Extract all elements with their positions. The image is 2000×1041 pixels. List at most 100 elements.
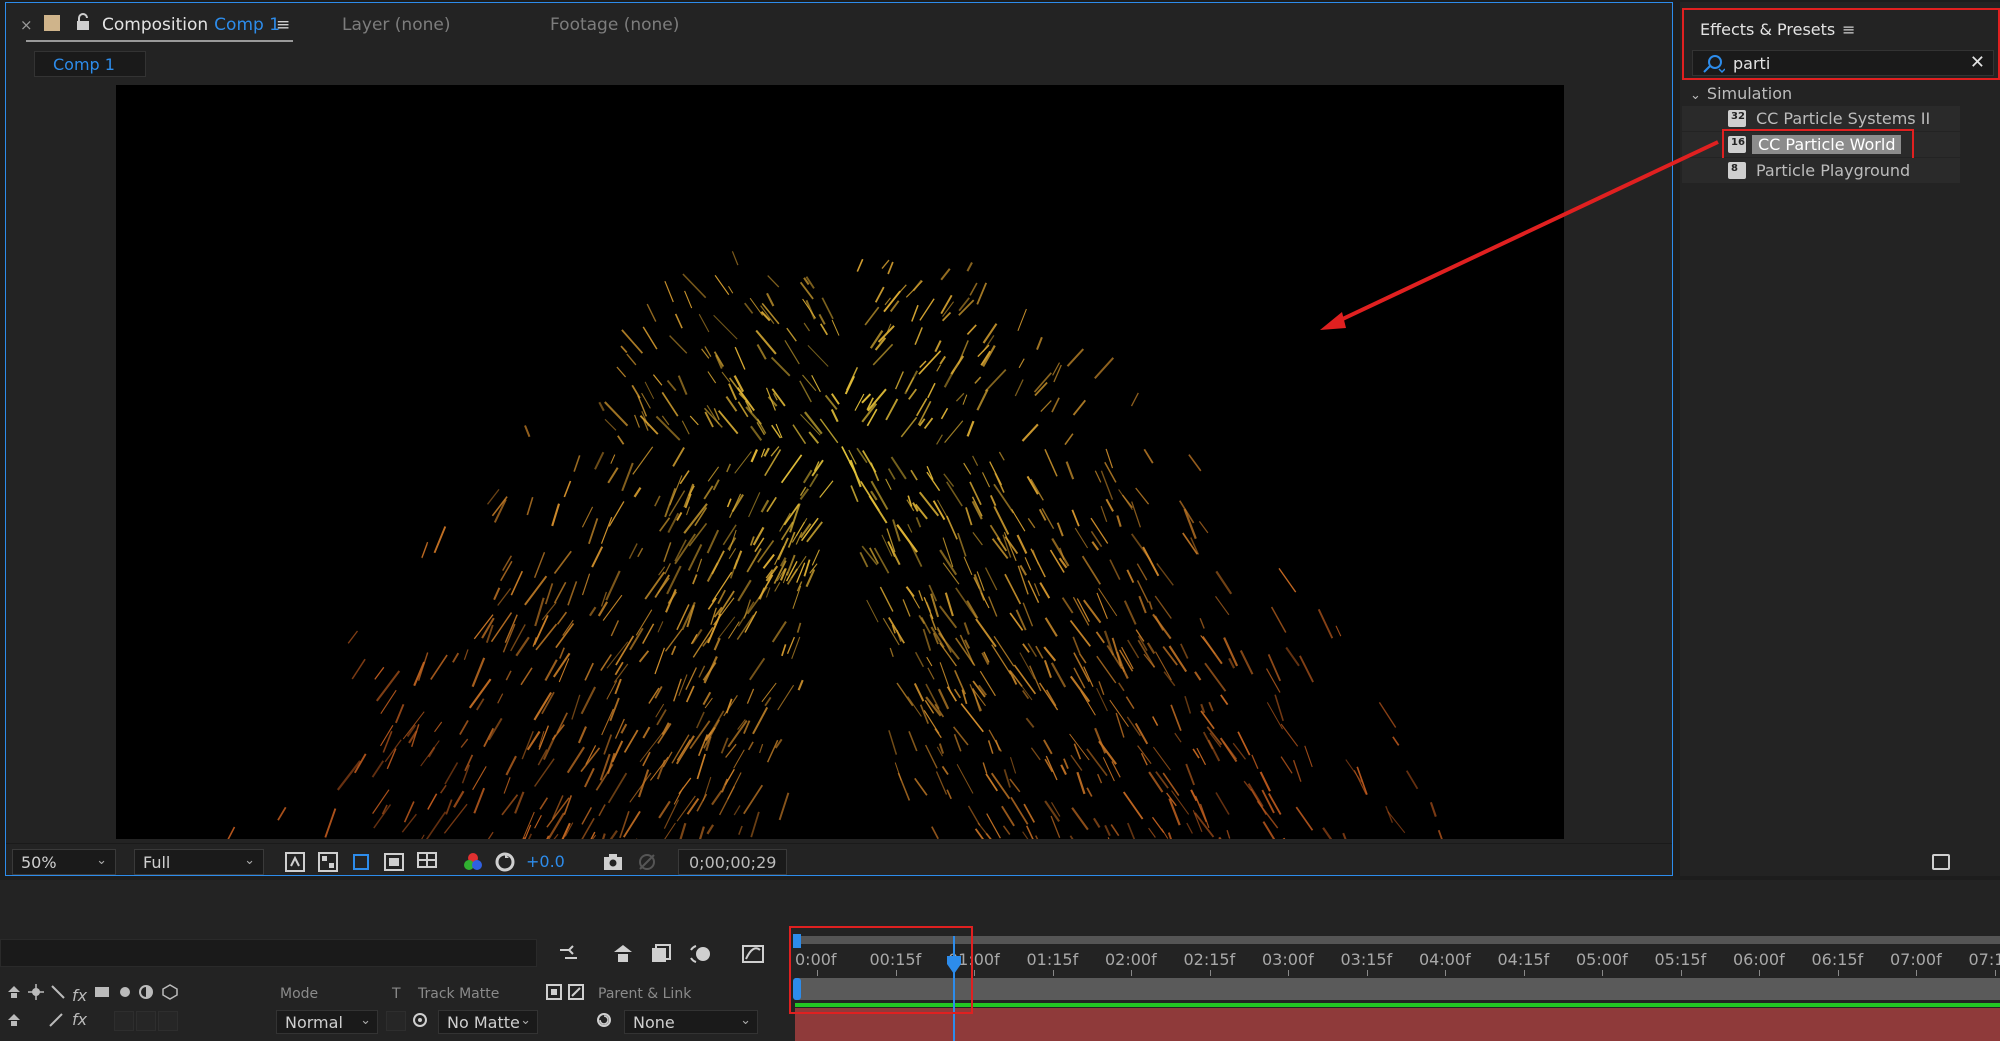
fast-previews-icon[interactable] bbox=[284, 851, 306, 873]
show-snapshot-icon[interactable] bbox=[636, 851, 658, 873]
effect-item-cc-particle-systems-ii[interactable]: 32 CC Particle Systems II bbox=[1682, 106, 1960, 131]
quality-switch-icon[interactable] bbox=[50, 984, 66, 1000]
effect-group-label: Simulation bbox=[1706, 84, 1793, 103]
work-area-bar[interactable] bbox=[795, 978, 2000, 1000]
parent-value: None bbox=[633, 1013, 675, 1032]
3d-layer-switch-icon[interactable] bbox=[162, 984, 178, 1000]
composition-icon bbox=[44, 15, 60, 31]
panel-menu-icon[interactable]: ≡ bbox=[276, 15, 290, 35]
ruler-tick-label: 07:00f bbox=[1890, 950, 1942, 969]
time-ruler[interactable]: 0:00f 00:15f 01:00f 01:15f 02:00f 02:15f 03:00… bbox=[795, 936, 2000, 976]
ruler-tick-mark bbox=[1994, 970, 1996, 976]
motion-blur-switch-icon[interactable] bbox=[116, 984, 132, 1000]
magnification-value: 50% bbox=[21, 853, 57, 872]
ruler-tick-mark bbox=[1523, 970, 1525, 976]
chevron-down-icon: ⌄ bbox=[520, 1013, 531, 1028]
parent-dropdown[interactable]: None ⌄ bbox=[624, 1010, 758, 1034]
ruler-tick-mark bbox=[1445, 970, 1446, 976]
timeline-panel: 0:00f 00:15f 01:00f 01:15f 02:00f 02:15f 03:00… bbox=[0, 880, 2000, 1041]
pick-whip-icon[interactable] bbox=[596, 1012, 612, 1028]
mask-visibility-icon[interactable] bbox=[350, 851, 372, 873]
layer-mode-dropdown[interactable]: Normal ⌄ bbox=[276, 1010, 378, 1034]
mode-column-header: Mode bbox=[280, 986, 319, 1002]
effects-search-input[interactable] bbox=[1733, 52, 1953, 74]
effect-item-particle-playground[interactable]: 8 Particle Playground bbox=[1682, 158, 1960, 183]
shy-switch-icon[interactable] bbox=[6, 984, 22, 1000]
layer-duration-bar[interactable] bbox=[795, 1008, 2000, 1041]
layer-tab[interactable]: Layer (none) bbox=[342, 15, 450, 35]
composition-tab-comp-name: Comp 1 bbox=[214, 15, 281, 35]
comp-canvas[interactable] bbox=[116, 85, 1564, 839]
viewer-toolbar: 50% ⌄ Full ⌄ +0.0 0;00;00;29 bbox=[6, 843, 1672, 875]
layer-quality-icon[interactable] bbox=[48, 1012, 64, 1028]
panel-menu-icon[interactable]: ≡ bbox=[1842, 20, 1855, 39]
graph-editor-icon[interactable] bbox=[740, 942, 766, 966]
matte-link-icon[interactable] bbox=[412, 1012, 428, 1028]
exposure-value[interactable]: +0.0 bbox=[526, 852, 565, 871]
current-time-display[interactable]: 0;00;00;29 bbox=[678, 849, 788, 875]
track-matte-dropdown[interactable]: No Matte ⌄ bbox=[438, 1010, 538, 1034]
ruler-tick-label: 03:15f bbox=[1340, 950, 1393, 969]
particle-render bbox=[227, 251, 1443, 839]
snapshot-camera-icon[interactable] bbox=[602, 851, 624, 873]
chevron-down-icon: ⌄ bbox=[1690, 88, 1701, 103]
ruler-tick-label: 06:15f bbox=[1811, 950, 1864, 969]
layer-switch-cell[interactable] bbox=[136, 1011, 156, 1031]
track-matte-value: No Matte bbox=[447, 1013, 520, 1032]
matte-alpha-icon[interactable] bbox=[546, 984, 562, 1000]
track-matte-column-header: Track Matte bbox=[418, 986, 500, 1002]
new-preset-icon[interactable] bbox=[1932, 854, 1950, 870]
frame-blend-switch-icon[interactable] bbox=[94, 984, 110, 1000]
effect-bit-depth-icon: 8 bbox=[1728, 162, 1746, 179]
composition-panel: × Composition Comp 1 ≡ Layer (none) Foota… bbox=[5, 2, 1673, 876]
composition-viewer[interactable] bbox=[6, 85, 1672, 841]
magnification-dropdown[interactable]: 50% ⌄ bbox=[12, 849, 116, 875]
ruler-tick-label: 02:15f bbox=[1183, 950, 1236, 969]
collapse-switch-icon[interactable] bbox=[28, 984, 44, 1000]
preserve-transparency-column-header: T bbox=[392, 986, 401, 1002]
active-tab-indicator bbox=[26, 40, 293, 42]
composition-tab-label: Composition bbox=[102, 15, 209, 35]
effect-group-simulation[interactable]: ⌄ Simulation bbox=[1690, 84, 1792, 103]
resolution-dropdown[interactable]: Full ⌄ bbox=[134, 849, 264, 875]
effects-panel-title[interactable]: Effects & Presets bbox=[1700, 20, 1835, 39]
search-icon[interactable] bbox=[1701, 54, 1725, 74]
frame-blending-icon[interactable] bbox=[648, 942, 674, 966]
footage-tab[interactable]: Footage (none) bbox=[550, 15, 679, 35]
ruler-tick-mark bbox=[1837, 970, 1839, 976]
draft-3d-icon[interactable] bbox=[610, 942, 636, 966]
ruler-tick-label: 06:00f bbox=[1733, 950, 1785, 969]
layer-mode-value: Normal bbox=[285, 1013, 343, 1032]
composition-tab[interactable]: Composition Comp 1 bbox=[102, 15, 280, 35]
layer-switch-cell[interactable] bbox=[114, 1011, 134, 1031]
matte-invert-icon[interactable] bbox=[568, 984, 584, 1000]
effect-switch-icon[interactable]: fx bbox=[72, 986, 87, 1005]
close-icon[interactable]: × bbox=[20, 16, 33, 34]
layer-shy-icon[interactable] bbox=[6, 1012, 22, 1028]
layer-switch-cell[interactable] bbox=[158, 1011, 178, 1031]
layer-effect-switch-icon[interactable]: fx bbox=[72, 1010, 87, 1029]
time-navigator-bar[interactable] bbox=[795, 936, 2000, 944]
ruler-tick-label: 01:15f bbox=[1026, 950, 1079, 969]
comp-subtab[interactable]: Comp 1 bbox=[34, 51, 146, 77]
adjustment-layer-switch-icon[interactable] bbox=[138, 984, 154, 1000]
composition-tab-bar: × Composition Comp 1 ≡ Layer (none) Foota… bbox=[6, 3, 1672, 45]
chevron-down-icon: ⌄ bbox=[96, 853, 107, 868]
region-of-interest-icon[interactable] bbox=[383, 851, 405, 873]
selected-effect-highlight bbox=[1722, 129, 1914, 160]
timeline-highlight-box bbox=[789, 926, 973, 1014]
motion-blur-icon[interactable] bbox=[688, 942, 714, 966]
ruler-tick-mark bbox=[1916, 970, 1917, 976]
effect-item-label: CC Particle Systems II bbox=[1756, 109, 1931, 128]
grid-guides-icon[interactable] bbox=[416, 851, 438, 873]
effect-item-cc-particle-world[interactable]: 16 CC Particle World bbox=[1682, 129, 1960, 160]
clear-search-icon[interactable]: ✕ bbox=[1970, 52, 1985, 73]
color-channels-icon[interactable] bbox=[462, 851, 484, 873]
reset-exposure-icon[interactable] bbox=[494, 851, 516, 873]
timeline-search-input[interactable] bbox=[0, 939, 537, 967]
transparency-grid-icon[interactable] bbox=[317, 851, 339, 873]
comp-mini-flowchart-icon[interactable] bbox=[557, 942, 583, 966]
ruler-tick-mark bbox=[1288, 970, 1289, 976]
preserve-transparency-checkbox[interactable] bbox=[386, 1011, 406, 1031]
lock-icon[interactable] bbox=[75, 13, 91, 31]
